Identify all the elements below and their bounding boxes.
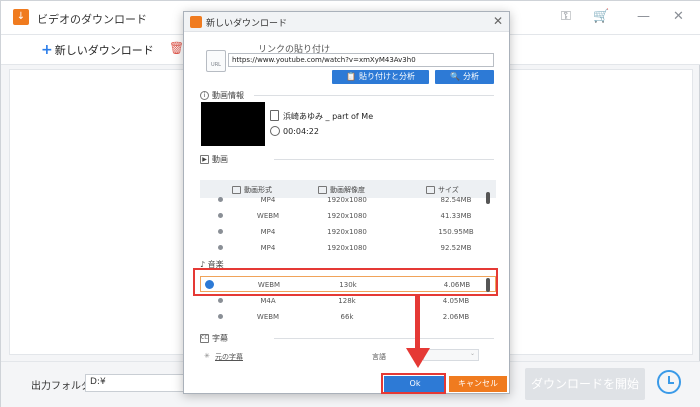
bitrate-cell: 128k bbox=[338, 297, 356, 305]
audio-row[interactable]: WEBM 66k 2.06MB bbox=[200, 309, 496, 325]
subtitle-section-label: 字幕 bbox=[212, 334, 228, 343]
search-icon: 🔍 bbox=[450, 72, 460, 81]
app-logo-icon: ↓ bbox=[13, 9, 29, 25]
start-download-button[interactable]: ダウンロードを開始 bbox=[525, 368, 645, 400]
divider bbox=[254, 95, 494, 96]
video-duration: 00:04:22 bbox=[283, 127, 319, 136]
plus-icon: + bbox=[41, 42, 53, 58]
radio-button[interactable] bbox=[218, 245, 223, 250]
format-cell: M4A bbox=[260, 297, 276, 305]
video-icon: ▶ bbox=[200, 155, 209, 164]
radio-button[interactable] bbox=[218, 197, 223, 202]
subtitle-section-header: CC 字幕 bbox=[200, 333, 228, 344]
paste-and-analyze-label: 貼り付けと分析 bbox=[358, 72, 415, 81]
cart-icon[interactable]: 🛒 bbox=[593, 9, 609, 24]
arrow-shaft bbox=[415, 296, 420, 349]
size-cell: 4.05MB bbox=[442, 297, 470, 305]
video-scrollbar[interactable] bbox=[486, 192, 490, 204]
loading-icon: ✳ bbox=[204, 352, 210, 360]
key-icon[interactable]: ⚿ bbox=[561, 9, 571, 24]
analyze-label: 分析 bbox=[462, 72, 479, 81]
minimize-button[interactable]: — bbox=[637, 9, 650, 24]
selected-row-highlight bbox=[193, 268, 498, 296]
app-title: ビデオのダウンロード bbox=[37, 13, 147, 26]
bitrate-cell: 66k bbox=[340, 313, 354, 321]
url-file-icon: URL bbox=[206, 50, 226, 72]
divider bbox=[274, 159, 494, 160]
video-section-label: 動画 bbox=[212, 155, 228, 164]
original-subtitle-link[interactable]: 元の字幕 bbox=[215, 352, 243, 362]
dialog-logo-icon bbox=[190, 16, 202, 28]
ok-button-highlight bbox=[381, 373, 446, 394]
clock-icon bbox=[270, 126, 280, 136]
video-row[interactable]: WEBM 1920x1080 41.33MB bbox=[200, 208, 496, 224]
video-section-header: ▶ 動画 bbox=[200, 154, 228, 165]
resolution-cell: 1920x1080 bbox=[327, 212, 367, 220]
resolution-cell: 1920x1080 bbox=[327, 228, 367, 236]
size-cell: 2.06MB bbox=[442, 313, 470, 321]
new-download-dialog: 新しいダウンロード ✕ リンクの貼り付け URL https://www.you… bbox=[183, 11, 510, 394]
arrow-down-icon bbox=[406, 348, 430, 368]
url-input[interactable]: https://www.youtube.com/watch?v=xmXyM43A… bbox=[228, 53, 494, 67]
format-cell: WEBM bbox=[256, 313, 280, 321]
document-icon bbox=[270, 110, 279, 121]
video-row[interactable]: MP4 1920x1080 150.95MB bbox=[200, 224, 496, 240]
size-cell: 82.54MB bbox=[440, 196, 472, 204]
output-folder-field[interactable]: D:¥ bbox=[85, 374, 185, 392]
cc-icon: CC bbox=[200, 334, 209, 343]
size-cell: 92.52MB bbox=[440, 244, 472, 252]
video-row[interactable]: MP4 1920x1080 82.54MB bbox=[200, 192, 496, 208]
dialog-close-icon[interactable]: ✕ bbox=[493, 14, 503, 28]
divider bbox=[274, 338, 494, 339]
info-icon: i bbox=[200, 91, 209, 100]
dialog-titlebar: 新しいダウンロード ✕ bbox=[184, 12, 509, 32]
radio-button[interactable] bbox=[218, 314, 223, 319]
clipboard-icon: 📋 bbox=[346, 72, 356, 81]
resolution-cell: 1920x1080 bbox=[327, 244, 367, 252]
new-download-button[interactable]: + 新しいダウンロード bbox=[41, 42, 154, 58]
subtitle-language-label: 言語 bbox=[372, 353, 386, 361]
video-info-label: 動画情報 bbox=[212, 91, 244, 100]
alarm-clock-icon[interactable] bbox=[657, 370, 681, 394]
cancel-button[interactable]: キャンセル bbox=[449, 376, 507, 392]
new-download-label: 新しいダウンロード bbox=[54, 44, 154, 57]
chevron-down-icon: ⌄ bbox=[469, 350, 475, 357]
subtitle-language-select[interactable]: ⌄ bbox=[423, 349, 479, 361]
resolution-cell: 1920x1080 bbox=[327, 196, 367, 204]
size-cell: 150.95MB bbox=[438, 228, 474, 236]
radio-button[interactable] bbox=[218, 213, 223, 218]
close-button[interactable]: ✕ bbox=[673, 9, 684, 24]
video-info-header: i 動画情報 bbox=[200, 90, 244, 101]
trash-icon[interactable]: 🗑 bbox=[169, 41, 184, 55]
video-title: 浜崎あゆみ _ part of Me bbox=[283, 112, 374, 121]
analyze-button[interactable]: 🔍 分析 bbox=[435, 70, 494, 84]
format-cell: MP4 bbox=[260, 228, 276, 236]
video-row[interactable]: MP4 1920x1080 92.52MB bbox=[200, 240, 496, 256]
radio-button[interactable] bbox=[218, 298, 223, 303]
format-cell: MP4 bbox=[260, 244, 276, 252]
paste-and-analyze-button[interactable]: 📋 貼り付けと分析 bbox=[332, 70, 429, 84]
video-thumbnail bbox=[201, 102, 265, 146]
size-cell: 41.33MB bbox=[440, 212, 472, 220]
radio-button[interactable] bbox=[218, 229, 223, 234]
format-cell: MP4 bbox=[260, 196, 276, 204]
format-cell: WEBM bbox=[256, 212, 280, 220]
dialog-title: 新しいダウンロード bbox=[206, 19, 288, 29]
